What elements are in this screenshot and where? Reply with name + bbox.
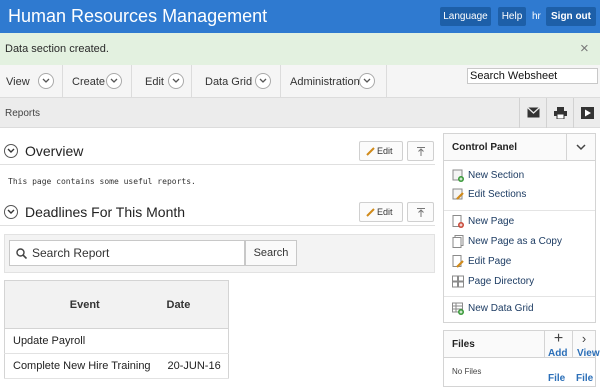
data-grid-icon <box>452 302 464 315</box>
new-section-icon <box>452 169 464 182</box>
scroll-top-button[interactable] <box>407 141 434 161</box>
files-panel: Files + › Add View No Files File File <box>443 330 600 387</box>
scroll-top-button[interactable] <box>407 202 434 222</box>
edit-sections-icon <box>452 188 464 200</box>
deadlines-region-header: Deadlines For This Month Edit <box>0 198 435 226</box>
print-button[interactable] <box>546 98 573 128</box>
mail-button[interactable] <box>519 98 546 128</box>
date-cell: 20-JUN-16 <box>164 353 229 379</box>
edit-overview-label: Edit <box>377 146 393 156</box>
add-file-label-2[interactable]: File <box>548 373 565 384</box>
pencil-icon <box>366 208 375 217</box>
table-row: Update Payroll <box>4 328 229 354</box>
column-header-date[interactable]: Date <box>164 280 229 329</box>
view-file-label[interactable]: View <box>577 348 600 359</box>
sign-out-button[interactable]: Sign out <box>546 7 596 26</box>
success-message-text: Data section created. <box>5 43 109 55</box>
control-panel-toggle[interactable] <box>566 134 595 161</box>
edit-deadlines-button[interactable]: Edit <box>359 202 403 222</box>
menu-view[interactable]: View <box>0 65 63 98</box>
collapse-overview-button[interactable] <box>4 144 18 158</box>
help-button[interactable]: Help <box>498 7 526 26</box>
divider <box>444 296 595 297</box>
control-panel: Control Panel New Section Edit Sections … <box>443 133 596 323</box>
app-title: Human Resources Management <box>8 6 268 26</box>
presentation-button[interactable] <box>573 98 600 128</box>
control-panel-header: Control Panel <box>444 134 595 161</box>
language-button[interactable]: Language <box>440 7 491 26</box>
menu-edit[interactable]: Edit <box>132 65 192 98</box>
add-file-label[interactable]: Add <box>548 348 567 359</box>
new-page-label: New Page <box>468 216 515 227</box>
menu-data-grid[interactable]: Data Grid <box>192 65 281 98</box>
arrow-up-icon <box>417 208 425 217</box>
table-row: Complete New Hire Training 20-JUN-16 <box>4 353 229 379</box>
pencil-icon <box>366 147 375 156</box>
date-cell <box>164 328 229 354</box>
chevron-down-icon <box>38 73 54 89</box>
chevron-down-icon <box>106 73 122 89</box>
plus-icon: + <box>553 330 564 347</box>
menu-data-grid-label: Data Grid <box>205 76 253 88</box>
success-message: Data section created. × <box>0 33 600 65</box>
deadlines-title: Deadlines For This Month <box>25 204 186 220</box>
chevron-down-icon <box>359 73 375 89</box>
column-header-event[interactable]: Event <box>4 280 165 329</box>
event-cell: Complete New Hire Training <box>4 353 165 379</box>
chevron-down-icon <box>168 73 184 89</box>
files-panel-header: Files + › <box>444 331 595 358</box>
chevron-down-icon <box>255 73 271 89</box>
edit-sections-label: Edit Sections <box>468 189 527 200</box>
divider <box>444 210 595 211</box>
files-title: Files <box>452 339 475 350</box>
control-panel-title: Control Panel <box>452 142 518 153</box>
menu-view-label: View <box>6 76 30 88</box>
new-data-grid-label: New Data Grid <box>468 303 534 314</box>
search-icon <box>16 248 27 259</box>
overview-title: Overview <box>25 143 84 159</box>
breadcrumb: Reports <box>5 108 41 119</box>
new-page-icon <box>452 215 464 228</box>
edit-deadlines-label: Edit <box>377 207 393 217</box>
menu-create-label: Create <box>72 76 106 88</box>
page-directory-label: Page Directory <box>468 276 535 287</box>
overview-text: This page contains some useful reports. <box>8 177 196 186</box>
reports-bar: Reports <box>0 98 600 128</box>
edit-page-icon <box>452 255 464 268</box>
search-websheet-input[interactable]: Search Websheet <box>467 68 598 84</box>
no-files-text: No Files <box>452 367 482 376</box>
chevron-down-icon <box>576 144 586 151</box>
new-page-copy-label: New Page as a Copy <box>468 236 562 247</box>
menu-create[interactable]: Create <box>63 65 132 98</box>
deadlines-table: Event Date Update Payroll Complete New H… <box>4 280 229 379</box>
overview-region-header: Overview Edit <box>0 137 435 165</box>
edit-overview-button[interactable]: Edit <box>359 141 403 161</box>
close-icon[interactable]: × <box>580 40 589 57</box>
menu-edit-label: Edit <box>145 76 164 88</box>
search-button[interactable]: Search <box>245 240 297 266</box>
page-copy-icon <box>452 235 464 248</box>
event-cell: Update Payroll <box>4 328 165 354</box>
page-directory-icon <box>452 275 464 288</box>
search-report-input[interactable]: Search Report <box>9 240 245 266</box>
view-file-label-2[interactable]: File <box>576 373 593 384</box>
report-search-bar: Search Report Search <box>4 234 435 273</box>
search-report-placeholder: Search Report <box>32 246 110 260</box>
edit-page-label: Edit Page <box>468 256 512 267</box>
menu-administration-label: Administration <box>290 76 360 88</box>
arrow-up-icon <box>417 147 425 156</box>
menu-administration[interactable]: Administration <box>281 65 387 98</box>
user-name: hr <box>532 11 541 22</box>
collapse-deadlines-button[interactable] <box>4 205 18 219</box>
table-header-row: Event Date <box>4 280 229 329</box>
chevron-right-icon: › <box>581 331 587 346</box>
new-section-label: New Section <box>468 170 525 181</box>
app-header: Human Resources Management Language Help… <box>0 0 600 33</box>
